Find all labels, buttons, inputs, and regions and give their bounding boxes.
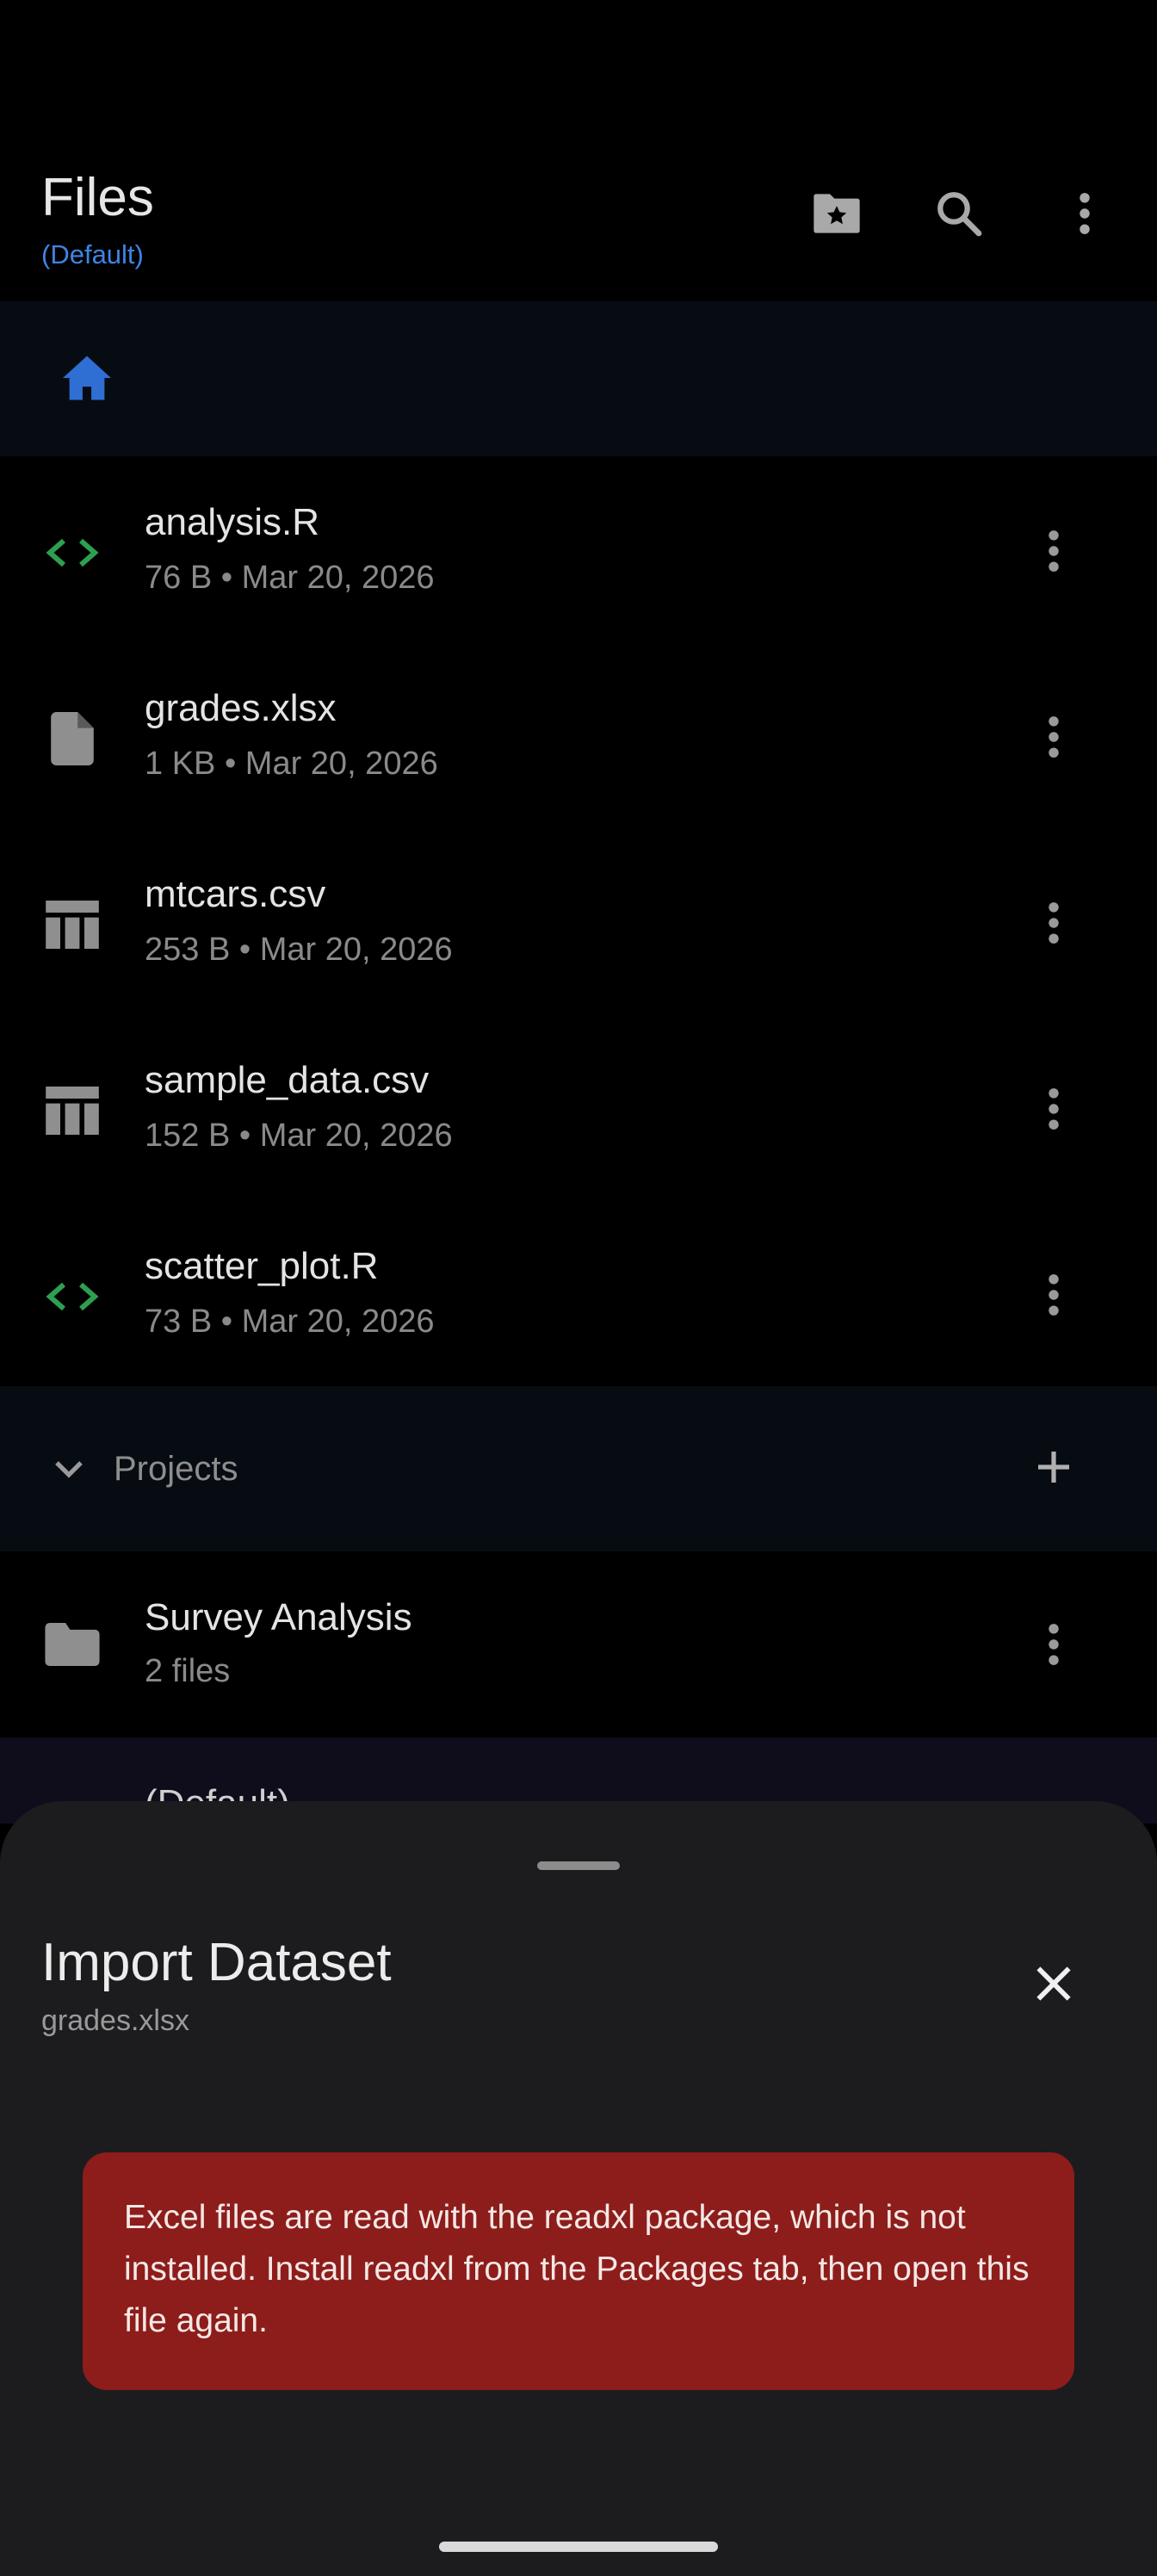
code-icon [38, 518, 107, 587]
file-more-button[interactable] [1012, 511, 1095, 594]
file-row[interactable]: sample_data.csv 152 B • Mar 20, 2026 [0, 1014, 1157, 1200]
file-meta: 73 B • Mar 20, 2026 [145, 1303, 435, 1340]
home-icon [60, 354, 114, 406]
file-name: analysis.R [145, 501, 319, 543]
status-bar [0, 0, 1157, 138]
file-more-button[interactable] [1012, 1255, 1095, 1338]
file-row[interactable]: mtcars.csv 253 B • Mar 20, 2026 [0, 828, 1157, 1014]
file-name: sample_data.csv [145, 1059, 430, 1101]
file-more-button[interactable] [1012, 697, 1095, 780]
document-icon [38, 704, 107, 773]
project-more-button[interactable] [1012, 1605, 1095, 1687]
file-meta: 253 B • Mar 20, 2026 [145, 932, 453, 968]
file-row[interactable]: grades.xlsx 1 KB • Mar 20, 2026 [0, 642, 1157, 828]
file-name: grades.xlsx [145, 687, 337, 729]
file-name: mtcars.csv [145, 873, 326, 915]
folder-icon [38, 1610, 107, 1679]
page-title: Files [41, 168, 154, 227]
more-vert-icon [1047, 1087, 1061, 1136]
file-more-button[interactable] [1012, 883, 1095, 966]
project-meta: 2 files [145, 1653, 231, 1689]
starred-folder-button[interactable] [795, 172, 878, 255]
search-icon [934, 189, 984, 238]
sheet-title: Import Dataset [41, 1933, 392, 1992]
page-subtitle: (Default) [41, 239, 144, 269]
file-meta: 1 KB • Mar 20, 2026 [145, 746, 438, 782]
close-icon [1035, 1965, 1073, 2007]
file-meta: 76 B • Mar 20, 2026 [145, 560, 435, 596]
file-row[interactable]: analysis.R 76 B • Mar 20, 2026 [0, 456, 1157, 642]
table-icon [38, 1076, 107, 1145]
more-vert-icon [1047, 529, 1061, 578]
folder-star-icon [809, 189, 864, 238]
error-message: Excel files are read with the readxl pac… [124, 2199, 1030, 2339]
app-header: Files (Default) [0, 138, 1157, 301]
more-vert-icon [1047, 901, 1061, 950]
more-vert-icon [1047, 1622, 1061, 1671]
more-vert-icon [1078, 191, 1092, 236]
sheet-subtitle: grades.xlsx [41, 2004, 189, 2037]
search-button[interactable] [918, 172, 1000, 255]
file-more-button[interactable] [1012, 1069, 1095, 1152]
more-vert-icon [1047, 1273, 1061, 1322]
file-name: scatter_plot.R [145, 1245, 379, 1287]
add-project-button[interactable] [1012, 1427, 1095, 1510]
sheet-drag-handle[interactable] [537, 1861, 620, 1870]
plus-icon [1036, 1450, 1071, 1489]
table-icon [38, 890, 107, 959]
code-icon [38, 1262, 107, 1331]
more-vert-icon [1047, 715, 1061, 764]
file-list: analysis.R 76 B • Mar 20, 2026 grades.xl… [0, 456, 1157, 1386]
file-meta: 152 B • Mar 20, 2026 [145, 1118, 453, 1154]
overflow-menu-button[interactable] [1043, 172, 1126, 255]
projects-label: Projects [114, 1450, 238, 1488]
projects-section-header[interactable]: Projects [0, 1386, 1157, 1551]
file-row[interactable]: scatter_plot.R 73 B • Mar 20, 2026 [0, 1200, 1157, 1386]
close-button[interactable] [1012, 1944, 1095, 2027]
error-alert: Excel files are read with the readxl pac… [83, 2152, 1074, 2390]
project-row[interactable]: Survey Analysis 2 files [0, 1551, 1157, 1737]
project-name: Survey Analysis [145, 1596, 412, 1638]
chevron-down-icon[interactable] [41, 1438, 96, 1500]
breadcrumb [0, 301, 1157, 456]
breadcrumb-home-button[interactable] [52, 344, 122, 415]
import-dataset-sheet: Import Dataset grades.xlsx Excel files a… [0, 1801, 1157, 2576]
gesture-bar [439, 2542, 718, 2552]
